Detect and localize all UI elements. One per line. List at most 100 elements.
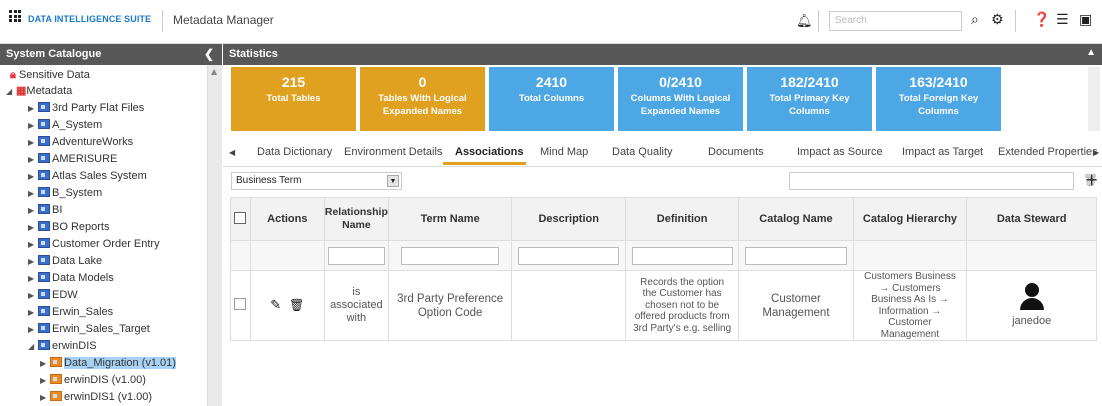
tab-associations[interactable]: Associations [455,146,523,158]
select-all-checkbox[interactable] [234,211,247,224]
active-tab-indicator [443,162,526,165]
database-icon [38,289,50,299]
tab-data-dictionary[interactable]: Data Dictionary [257,146,332,158]
tree-item[interactable]: ▶ erwinDIS1 (v1.00) [40,389,152,405]
tree-item-sensitive-data[interactable]: 🔒︎ Sensitive Data [10,67,90,83]
chevron-down-icon[interactable]: ◢ [6,84,16,100]
suite-title[interactable]: DATA INTELLIGENCE SUITE [28,14,151,24]
catalog-hierarchy-cell: Customers Business → Customers Business … [852,270,968,341]
stat-tile[interactable]: 215 Total Tables [231,67,356,131]
database-icon [38,102,50,112]
col-catalog-hierarchy[interactable]: Catalog Hierarchy [852,197,968,241]
help-icon[interactable]: ❓ [1033,12,1050,28]
plus-icon[interactable]: + [1085,170,1098,189]
tree-item[interactable]: ▶ Data Models [28,270,114,286]
tree-item[interactable]: ▶ A_System [28,117,102,133]
chevron-down-icon[interactable]: ▼ [387,175,399,187]
tab-scroll-right-icon[interactable]: ▶ [1093,148,1099,157]
tab-impact-as-source[interactable]: Impact as Source [797,146,883,158]
filter-relationship-name[interactable] [328,246,385,265]
tree-item[interactable]: ▶ Erwin_Sales_Target [28,321,150,337]
database-icon [38,306,50,316]
col-catalog-name[interactable]: Catalog Name [738,197,854,241]
database-icon [38,238,50,248]
tree-item[interactable]: ▶ BO Reports [28,219,109,235]
book-icon[interactable]: ▣ [1079,12,1092,28]
col-definition[interactable]: Definition [624,197,740,241]
top-bar: DATA INTELLIGENCE SUITE Metadata Manager… [0,0,1102,44]
model-icon [50,374,62,384]
gear-icon[interactable]: ⚙ [991,12,1004,28]
search-input[interactable]: Search [829,11,962,31]
tree-item[interactable]: ▶ Erwin_Sales [28,304,113,320]
filter-definition[interactable] [631,246,733,265]
tab-extended-properties[interactable]: Extended Properties [998,146,1098,158]
tree-item[interactable]: ▶ AdventureWorks [28,134,133,150]
stat-tile[interactable]: 182/2410 Total Primary Key Columns [747,67,872,131]
filter-description[interactable] [518,246,620,265]
col-data-steward[interactable]: Data Steward [966,197,1097,241]
edit-icon[interactable]: ✎ [270,297,281,312]
news-icon[interactable]: ☰ [1056,12,1069,28]
tree-item[interactable]: ▶ 3rd Party Flat Files [28,100,144,116]
scroll-up-icon[interactable]: ▲ [211,67,217,76]
tree-item-metadata[interactable]: ◢ ▦Metadata [6,83,72,99]
tree-item[interactable]: ▶ erwinDIS (v1.00) [40,372,146,388]
row-checkbox[interactable] [234,297,247,310]
apps-grid-icon[interactable] [9,10,21,22]
database-icon [38,221,50,231]
data-steward-name[interactable]: janedoe [967,315,1096,328]
tree-item[interactable]: ▶ Data Lake [28,253,102,269]
stat-tile[interactable]: 2410 Total Columns [489,67,614,131]
association-type-select[interactable]: Business Term ▼ [231,172,402,190]
tab-documents[interactable]: Documents [708,146,764,158]
divider [1015,10,1016,32]
tree-item-selected[interactable]: ▶ Data_Migration (v1.01) [40,355,176,371]
catalog-name-cell[interactable]: Customer Management [738,270,854,341]
filter-term-name[interactable] [401,246,500,265]
col-term-name[interactable]: Term Name [387,197,513,241]
bell-icon[interactable]: 🔔︎ [796,14,813,29]
tree-scrollbar[interactable]: ▲ [207,65,222,406]
model-icon [50,357,62,367]
tree-item[interactable]: ▶ Atlas Sales System [28,168,147,184]
grid-icon: ▦ [16,85,27,97]
database-icon [38,136,50,146]
tab-mind-map[interactable]: Mind Map [540,146,588,158]
divider [818,10,819,32]
lock-icon: 🔒︎ [10,69,16,81]
collapse-left-icon[interactable]: ❮ [204,47,214,61]
system-catalogue-header: System Catalogue ❮ [0,44,222,65]
col-relationship-name[interactable]: Relationship Name [323,197,389,241]
filter-catalog-name[interactable] [744,246,847,265]
tree-item[interactable]: ▶ AMERISURE [28,151,117,167]
tab-impact-as-target[interactable]: Impact as Target [902,146,983,158]
table-row[interactable]: ✎ 🗑︎ is associated with 3rd Party Prefere… [230,270,1097,341]
trash-icon[interactable]: 🗑︎ [289,298,304,312]
col-description[interactable]: Description [511,197,626,241]
definition-cell: Records the option the Customer has chos… [624,270,740,341]
stat-tile[interactable]: 0 Tables With Logical Expanded Names [360,67,485,131]
stat-tile[interactable]: 163/2410 Total Foreign Key Columns [876,67,1001,131]
search-icon[interactable]: ⌕ [971,12,979,28]
filter-input[interactable] [789,172,1074,190]
panel-title: Statistics [229,48,278,60]
tab-data-quality[interactable]: Data Quality [612,146,673,158]
tab-scroll-left-icon[interactable]: ◀ [229,148,235,157]
tree-item[interactable]: ◢ erwinDIS [28,338,97,354]
term-name-cell[interactable]: 3rd Party Preference Option Code [387,270,513,341]
chevron-down-icon[interactable]: ◢ [28,339,38,355]
stats-strip: 215 Total Tables 0 Tables With Logical Exp… [223,65,1102,135]
associations-table: Actions Relationship Name Term Name Desc… [230,197,1097,341]
tree-item[interactable]: ▶ Customer Order Entry [28,236,160,252]
database-icon [38,119,50,129]
tab-environment-details[interactable]: Environment Details [344,146,442,158]
tree-item[interactable]: ▶ B_System [28,185,102,201]
collapse-up-icon[interactable]: ▲ [1086,47,1096,58]
catalogue-tree: 🔒︎ Sensitive Data ◢ ▦Metadata ▶ 3rd Party … [0,65,207,406]
col-actions: Actions [249,197,325,241]
stat-tile[interactable]: 0/2410 Columns With Logical Expanded Name… [618,67,743,131]
tree-item[interactable]: ▶ BI [28,202,62,218]
stats-scrollbar[interactable] [1088,67,1100,131]
tree-item[interactable]: ▶ EDW [28,287,78,303]
